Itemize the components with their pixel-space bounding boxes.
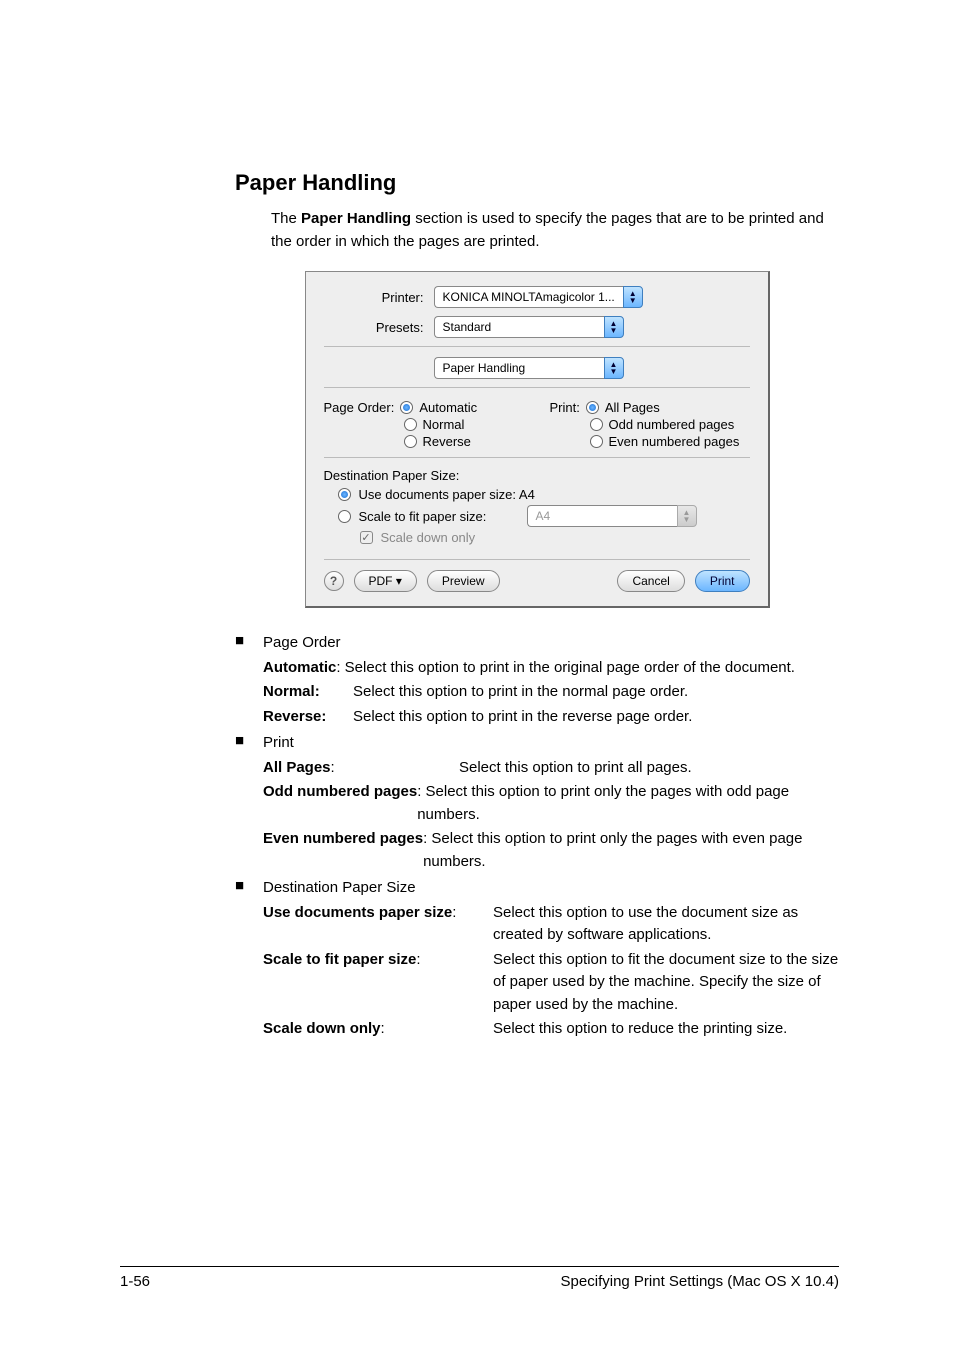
printer-value: KONICA MINOLTAmagicolor 1...: [434, 286, 623, 308]
reverse-definition: Select this option to print in the rever…: [353, 706, 839, 729]
stepper-arrows-icon: ▲▼: [623, 286, 643, 308]
printer-select[interactable]: KONICA MINOLTAmagicolor 1... ▲▼: [434, 286, 643, 308]
checkbox-checked-icon: ✓: [360, 531, 373, 544]
destination-size-heading: Destination Paper Size:: [324, 468, 750, 483]
radio-on-icon: [586, 401, 599, 414]
preview-button[interactable]: Preview: [427, 570, 500, 592]
scale-down-definition: Select this option to reduce the printin…: [493, 1018, 839, 1041]
odd-pages-term: Odd numbered pages: [263, 781, 417, 826]
footer-title: Specifying Print Settings (Mac OS X 10.4…: [561, 1273, 839, 1290]
scale-down-only-checkbox: ✓ Scale down only: [360, 530, 750, 545]
print-description: ■ Print All Pages:Select this option to …: [235, 732, 839, 873]
scale-to-fit-radio[interactable]: Scale to fit paper size: A4 ▲▼: [338, 505, 750, 527]
page-order-reverse-label: Reverse: [423, 434, 471, 449]
page-order-reverse-radio[interactable]: Reverse: [324, 434, 524, 449]
scale-to-fit-size-select: A4 ▲▼: [527, 505, 750, 527]
scale-to-fit-label: Scale to fit paper size:: [359, 509, 519, 524]
page-order-automatic-radio[interactable]: Page Order: Automatic: [324, 400, 524, 415]
stepper-arrows-icon: ▲▼: [604, 316, 624, 338]
all-pages-definition: Select this option to print all pages.: [459, 757, 839, 780]
radio-off-icon: [404, 418, 417, 431]
section-select[interactable]: Paper Handling ▲▼: [434, 357, 624, 379]
use-documents-size-value: A4: [519, 487, 535, 502]
divider: [324, 559, 750, 560]
page-footer: 1-56 Specifying Print Settings (Mac OS X…: [120, 1266, 839, 1290]
scale-to-fit-size-value: A4: [527, 505, 677, 527]
use-docs-definition: Select this option to use the document s…: [493, 902, 839, 947]
scale-fit-definition: Select this option to fit the document s…: [493, 949, 839, 1017]
print-all-label: All Pages: [605, 400, 660, 415]
print-odd-radio[interactable]: Odd numbered pages: [550, 417, 750, 432]
divider: [324, 457, 750, 458]
use-documents-size-radio[interactable]: Use documents paper size: A4: [338, 487, 750, 502]
page-title: Paper Handling: [235, 170, 839, 196]
page-order-desc-head: Page Order: [263, 632, 839, 655]
odd-pages-definition: : Select this option to print only the p…: [417, 781, 839, 826]
bullet-icon: ■: [235, 632, 263, 728]
automatic-definition: : Select this option to print in the ori…: [336, 657, 839, 680]
stepper-arrows-icon: ▲▼: [677, 505, 697, 527]
help-button[interactable]: ?: [324, 571, 344, 591]
even-pages-term: Even numbered pages: [263, 828, 423, 873]
print-dialog: Printer: KONICA MINOLTAmagicolor 1... ▲▼…: [305, 271, 770, 608]
print-all-pages-radio[interactable]: Print: All Pages: [550, 400, 750, 415]
section-value: Paper Handling: [434, 357, 604, 379]
print-odd-label: Odd numbered pages: [609, 417, 735, 432]
radio-off-icon: [338, 510, 351, 523]
automatic-term: Automatic: [263, 657, 336, 680]
scale-down-term: Scale down only: [263, 1020, 381, 1037]
intro-text: The Paper Handling section is used to sp…: [271, 208, 839, 253]
destination-size-desc-head: Destination Paper Size: [263, 877, 839, 900]
stepper-arrows-icon: ▲▼: [604, 357, 624, 379]
page-number: 1-56: [120, 1273, 150, 1290]
bullet-icon: ■: [235, 732, 263, 873]
all-pages-term: All Pages: [263, 759, 331, 776]
use-docs-term: Use documents paper size: [263, 904, 452, 921]
use-documents-size-label: Use documents paper size:: [359, 487, 519, 502]
cancel-button[interactable]: Cancel: [617, 570, 684, 592]
scale-down-only-label: Scale down only: [381, 530, 476, 545]
radio-on-icon: [338, 488, 351, 501]
pdf-menu-button[interactable]: PDF ▾: [354, 570, 417, 592]
radio-on-icon: [400, 401, 413, 414]
scale-fit-term: Scale to fit paper size: [263, 951, 416, 968]
destination-size-description: ■ Destination Paper Size Use documents p…: [235, 877, 839, 1041]
print-even-label: Even numbered pages: [609, 434, 740, 449]
even-pages-definition: : Select this option to print only the p…: [423, 828, 839, 873]
print-heading: Print:: [550, 400, 580, 415]
presets-label: Presets:: [324, 320, 434, 335]
page-order-heading: Page Order:: [324, 400, 395, 415]
page-order-automatic-label: Automatic: [419, 400, 477, 415]
page-order-normal-label: Normal: [423, 417, 465, 432]
page-order-normal-radio[interactable]: Normal: [324, 417, 524, 432]
divider: [324, 387, 750, 388]
radio-off-icon: [404, 435, 417, 448]
page-order-description: ■ Page Order Automatic: Select this opti…: [235, 632, 839, 728]
bullet-icon: ■: [235, 877, 263, 1041]
reverse-term: Reverse: [263, 708, 321, 725]
presets-select[interactable]: Standard ▲▼: [434, 316, 624, 338]
presets-value: Standard: [434, 316, 604, 338]
divider: [324, 346, 750, 347]
print-desc-head: Print: [263, 732, 839, 755]
printer-label: Printer:: [324, 290, 434, 305]
print-button[interactable]: Print: [695, 570, 750, 592]
print-even-radio[interactable]: Even numbered pages: [550, 434, 750, 449]
normal-definition: Select this option to print in the norma…: [353, 681, 839, 704]
radio-off-icon: [590, 418, 603, 431]
normal-term: Normal: [263, 683, 315, 700]
radio-off-icon: [590, 435, 603, 448]
